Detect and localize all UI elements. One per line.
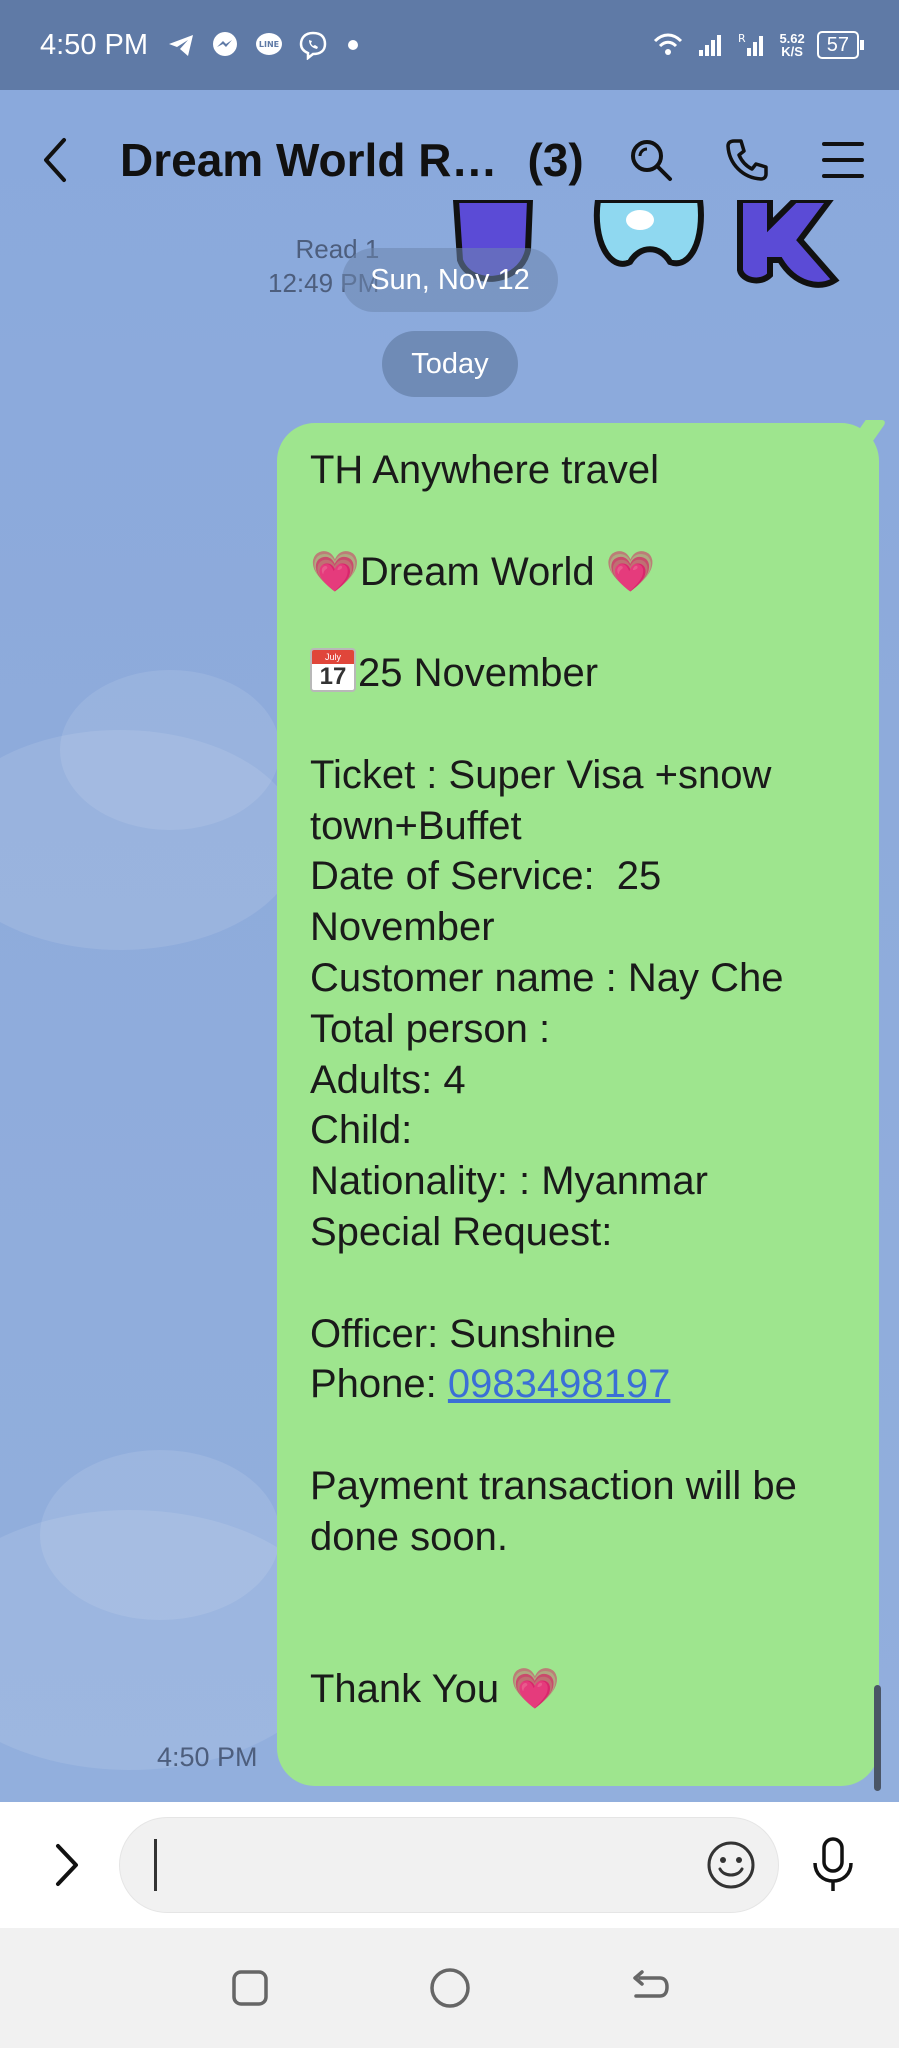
status-time: 4:50 PM — [40, 28, 148, 61]
message-date-line: July 17 25 November — [310, 648, 855, 699]
messenger-icon — [213, 32, 237, 56]
wifi-icon — [654, 33, 683, 55]
pink-heart-icon: 💗 — [310, 549, 360, 594]
message-thanks-line: Thank You 💗 — [310, 1664, 855, 1715]
pink-heart-icon: 💗 — [510, 1667, 560, 1712]
viber-icon — [299, 31, 327, 60]
calendar-day: 17 — [319, 663, 347, 691]
message-bubble[interactable]: TH Anywhere travel 💗Dream World 💗 July 17… — [277, 423, 879, 1786]
home-icon — [429, 1968, 470, 2008]
message-adults: Adults: 4 — [310, 1057, 466, 1102]
message-phone-line: Phone: 0983498197 — [310, 1359, 855, 1410]
recent-apps-button[interactable] — [225, 1963, 275, 2013]
signal-icon — [699, 35, 722, 56]
system-status: R 5.62 K/S 57 — [653, 30, 865, 60]
search-icon — [631, 140, 672, 181]
microphone-icon — [813, 1837, 853, 1891]
calendar-month: July — [312, 650, 354, 665]
battery-indicator: 57 — [816, 31, 865, 59]
message-ticket: Ticket : Super Visa +snow — [310, 752, 772, 797]
header-actions — [625, 134, 869, 186]
phone-icon — [726, 139, 768, 181]
background-cloud — [40, 1450, 280, 1620]
message-timestamp: 4:50 PM — [157, 1742, 258, 1772]
scrollbar-thumb[interactable] — [874, 1685, 881, 1791]
message-officer: Officer: Sunshine — [310, 1311, 617, 1356]
text-caret — [154, 1839, 157, 1891]
message-service-date: Date of Service: 25 — [310, 854, 662, 899]
message-special-request: Special Request: — [310, 1209, 613, 1254]
network-speed-unit: K/S — [781, 44, 803, 59]
today-separator: Today — [382, 331, 518, 397]
svg-text:LINE: LINE — [259, 40, 279, 49]
phone-number-link[interactable]: 0983498197 — [448, 1362, 670, 1406]
line-icon: LINE — [256, 33, 282, 55]
phone-label: Phone: — [310, 1362, 448, 1407]
calendar-icon: July 17 — [310, 648, 356, 693]
message-child: Child: — [310, 1108, 413, 1153]
voice-message-button[interactable] — [803, 1835, 863, 1895]
message-date: 25 November — [358, 651, 599, 696]
pink-heart-icon: 💗 — [605, 549, 656, 594]
message-nationality: Nationality: : Myanmar — [310, 1159, 708, 1204]
message-park: Dream World — [359, 549, 595, 594]
smiley-icon — [707, 1841, 755, 1889]
call-button[interactable] — [721, 134, 773, 186]
chat-title[interactable]: Dream World R… — [120, 133, 497, 187]
status-bar: 4:50 PM LINE R 5.62 K/S 57 — [0, 0, 899, 90]
back-nav-button[interactable] — [625, 1963, 675, 2013]
message-input-bar — [0, 1802, 899, 1928]
message-park-line: 💗Dream World 💗 — [310, 547, 855, 598]
system-navigation-bar — [0, 1928, 899, 2048]
roaming-signal-icon: R — [738, 32, 764, 56]
svg-text:R: R — [738, 32, 746, 45]
message-ticket-cont: town+Buffet — [310, 803, 522, 848]
expand-tools-button[interactable] — [45, 1840, 89, 1890]
message-payment: Payment transaction will be — [310, 1463, 797, 1508]
search-button[interactable] — [625, 134, 677, 186]
telegram-icon — [169, 35, 193, 56]
hamburger-menu-icon — [822, 142, 864, 178]
message-thanks: Thank You — [310, 1667, 500, 1712]
back-button[interactable] — [40, 135, 90, 185]
message-service-date-cont: November — [310, 905, 495, 950]
recent-apps-icon — [231, 1970, 268, 2006]
notification-icons: LINE — [166, 30, 358, 60]
back-arrow-icon — [632, 1970, 669, 1998]
menu-button[interactable] — [817, 134, 869, 186]
message-field[interactable] — [119, 1817, 779, 1913]
message-customer: Customer name : Nay Che — [310, 955, 784, 1000]
member-count: (3) — [527, 134, 584, 186]
date-separator: Sun, Nov 12 — [342, 248, 558, 312]
message-company: TH Anywhere travel — [310, 448, 660, 492]
emoji-button[interactable] — [704, 1838, 758, 1892]
network-speed: 5.62 K/S — [779, 32, 804, 58]
more-notifications-dot — [348, 40, 358, 50]
home-button[interactable] — [425, 1963, 475, 2013]
message-payment-cont: done soon. — [310, 1514, 508, 1559]
chevron-left-icon — [44, 138, 66, 182]
background-cloud — [60, 670, 280, 830]
message-input[interactable] — [163, 1848, 704, 1882]
message-total-person: Total person : — [310, 1006, 551, 1051]
chevron-right-icon — [56, 1844, 78, 1886]
